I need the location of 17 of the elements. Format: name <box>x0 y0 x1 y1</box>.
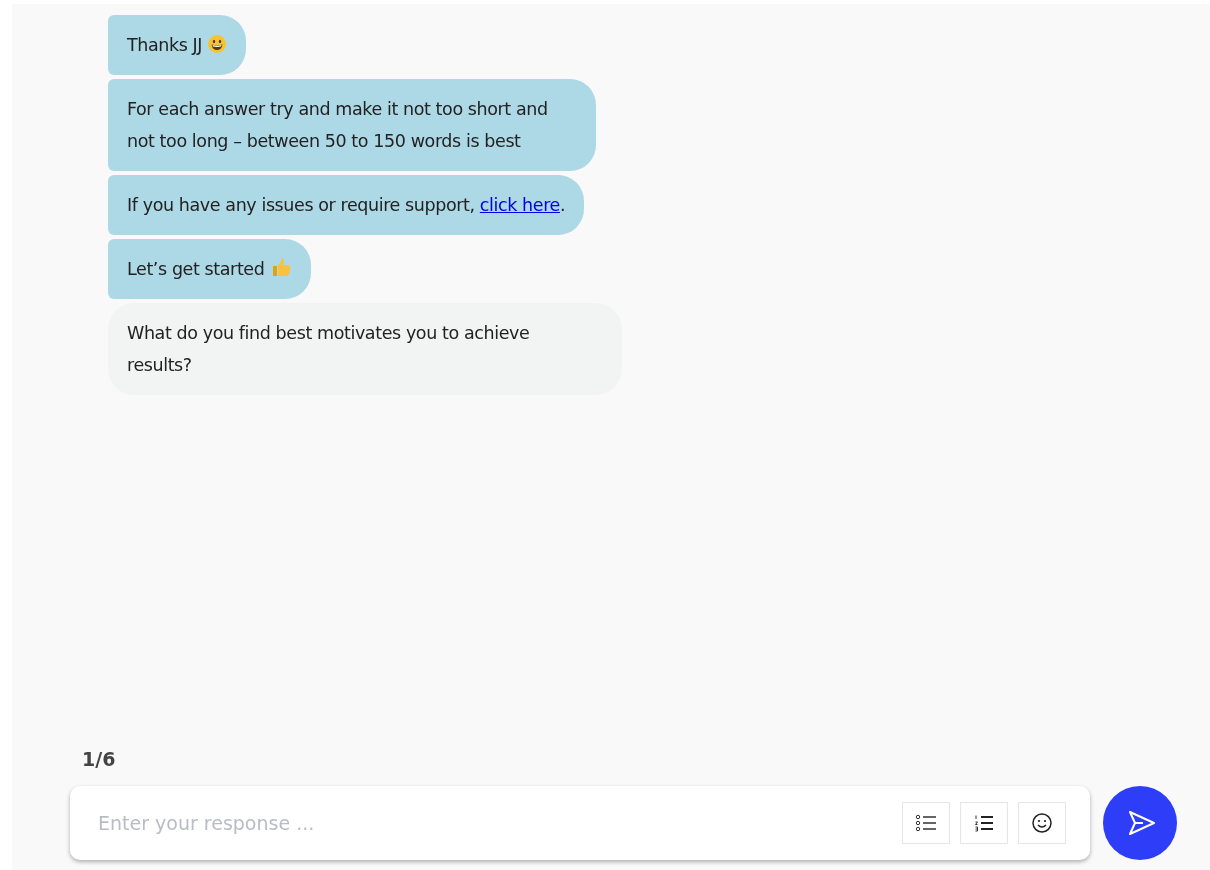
emoji-button[interactable] <box>1018 802 1066 844</box>
bulleted-list-button[interactable] <box>902 802 950 844</box>
support-link[interactable]: click here <box>479 195 560 215</box>
message-text: If you have any issues or require support, click here. <box>127 194 566 217</box>
message-text: Let’s get started <box>127 253 292 285</box>
message-text: What do you find best motivates you to achieve results? <box>127 322 531 377</box>
message-text: Thanks JJ <box>127 29 228 61</box>
send-icon <box>1127 809 1157 837</box>
bulleted-list-icon <box>915 814 937 832</box>
grinning-face-icon <box>207 34 228 54</box>
progress-counter: 1/6 <box>82 748 116 770</box>
response-field[interactable]: Enter your response ... <box>96 811 902 835</box>
numbered-list-icon <box>974 814 994 832</box>
smiley-face-icon <box>1031 812 1053 834</box>
response-box[interactable]: Enter your response ... <box>70 786 1090 860</box>
numbered-list-button[interactable] <box>960 802 1008 844</box>
message-text: For each answer try and make it not too short and not too long – between 50 to 150 words is best <box>127 98 549 153</box>
